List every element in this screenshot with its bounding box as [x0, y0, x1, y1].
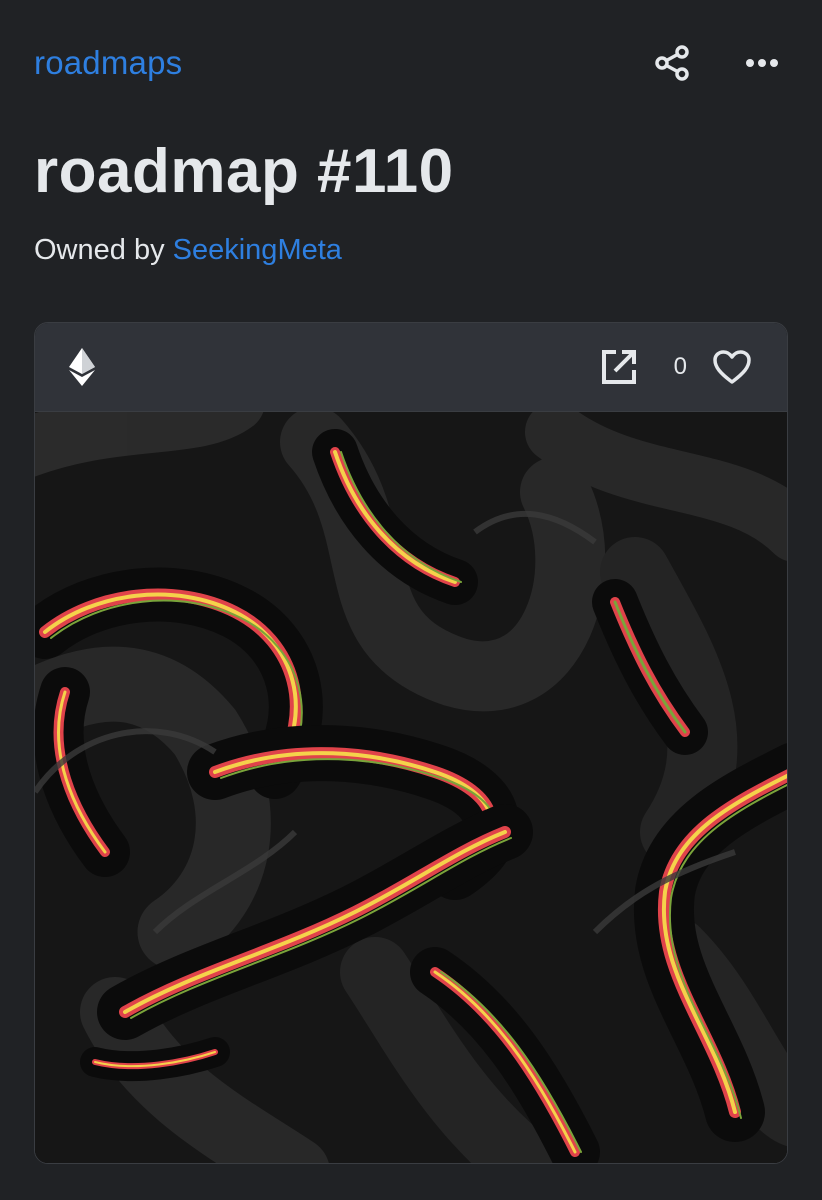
- like-button[interactable]: [707, 342, 757, 392]
- nft-artwork-image[interactable]: [35, 412, 787, 1164]
- artwork-card: 0: [34, 322, 788, 1164]
- owner-line: Owned by SeekingMeta: [34, 234, 342, 267]
- share-icon: [655, 45, 689, 81]
- collection-link[interactable]: roadmaps: [34, 44, 182, 82]
- open-external-icon: [601, 350, 636, 384]
- top-actions: [648, 38, 788, 88]
- item-title: roadmap #110: [34, 137, 454, 206]
- card-actions: 0: [594, 342, 757, 392]
- heart-outline-icon: [713, 350, 751, 384]
- card-header: 0: [35, 323, 787, 412]
- owner-link[interactable]: SeekingMeta: [173, 234, 342, 266]
- top-bar: roadmaps: [34, 36, 788, 90]
- open-external-button[interactable]: [594, 342, 644, 392]
- like-count: 0: [673, 353, 687, 380]
- ethereum-icon: [69, 348, 95, 386]
- asset-page: roadmaps roadmap #110 Owned by SeekingMe…: [0, 0, 822, 1200]
- more-horizontal-icon: [746, 59, 778, 67]
- owner-prefix: Owned by: [34, 234, 165, 266]
- share-button[interactable]: [648, 38, 698, 88]
- more-options-button[interactable]: [738, 38, 788, 88]
